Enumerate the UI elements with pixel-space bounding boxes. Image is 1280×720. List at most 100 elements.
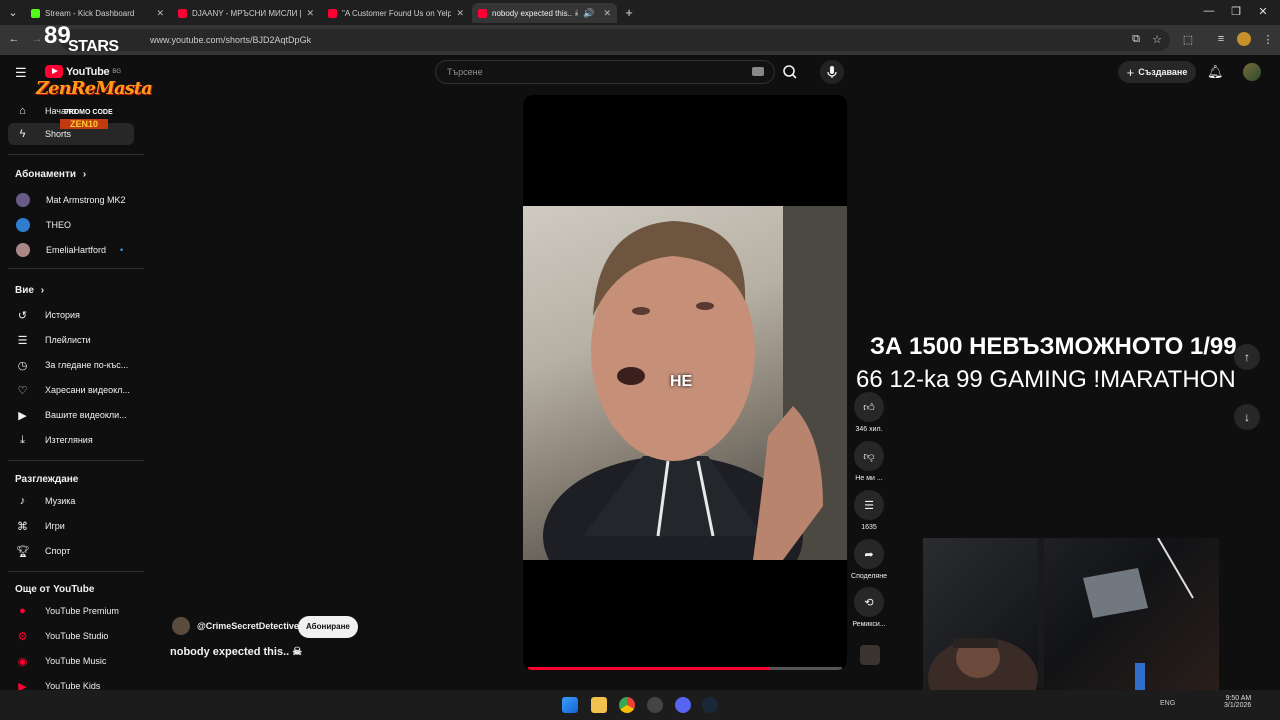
profile-avatar[interactable]: [1237, 32, 1251, 46]
tab-label: Stream - Kick Dashboard: [45, 8, 135, 18]
start-icon[interactable]: [562, 697, 578, 713]
notifications-bell-icon[interactable]: 🔔︎: [1207, 64, 1224, 80]
microphone-icon: [827, 66, 837, 78]
install-app-icon[interactable]: ⧉: [1129, 33, 1143, 46]
create-button[interactable]: + Създаване: [1118, 61, 1196, 83]
close-icon[interactable]: ✕: [156, 8, 164, 19]
hamburger-menu-icon[interactable]: ☰: [15, 65, 27, 81]
tab-search-icon[interactable]: ⌄: [6, 6, 20, 19]
tab-label: "A Customer Found Us on Yelp: [342, 8, 452, 18]
progress-bar[interactable]: [528, 667, 842, 670]
sidebar-divider: [8, 154, 144, 155]
sidebar-item-subscription[interactable]: THEO: [8, 214, 134, 236]
sidebar-item-your-videos[interactable]: ▶ Вашите видеокли...: [8, 404, 134, 426]
address-bar[interactable]: www.youtube.com/shorts/BJD2AqtDpGk: [60, 29, 1170, 51]
sidebar-item-label: YouTube Studio: [45, 631, 109, 641]
tab-label: DJAANY - МРЪСНИ МИСЛИ [: [192, 8, 302, 18]
extensions-icon[interactable]: ⬚: [1181, 33, 1195, 46]
maximize-icon[interactable]: ❐: [1229, 5, 1243, 18]
tab-djaany[interactable]: DJAANY - МРЪСНИ МИСЛИ [ ✕: [172, 3, 320, 23]
tab-nobody-expected[interactable]: nobody expected this.. ☠ 🔊 ✕: [472, 3, 617, 23]
close-icon[interactable]: ✕: [306, 8, 314, 19]
logo-stars: STARS: [68, 38, 119, 55]
obs-icon[interactable]: [647, 697, 663, 713]
account-avatar[interactable]: [1243, 63, 1261, 81]
youtube-favicon-icon: [328, 8, 337, 18]
chrome-icon[interactable]: [619, 697, 635, 713]
new-tab-icon[interactable]: +: [622, 5, 636, 20]
logo-number: 89: [44, 22, 71, 49]
watch-later-icon: ◷: [17, 359, 28, 372]
sidebar-item-youtube-studio[interactable]: ⚙ YouTube Studio: [8, 625, 134, 647]
comments-action[interactable]: ☰ 1635: [848, 490, 890, 531]
you-heading[interactable]: Вие ›: [15, 285, 44, 296]
speaker-icon[interactable]: 🔊: [583, 8, 594, 19]
shorts-icon: ϟ: [19, 128, 26, 140]
language-indicator[interactable]: ENG: [1160, 700, 1175, 707]
tab-kick-dashboard[interactable]: Stream - Kick Dashboard ✕: [25, 3, 170, 23]
sidebar-divider: [8, 460, 144, 461]
minimize-icon[interactable]: —: [1202, 5, 1216, 17]
close-icon[interactable]: ✕: [603, 8, 611, 19]
sidebar-item-liked[interactable]: ♡ Харесани видеокл...: [8, 379, 134, 401]
sidebar-item-subscription[interactable]: Mat Armstrong MK2: [8, 189, 134, 211]
sidebar-item-watch-later[interactable]: ◷ За гледане по-къс...: [8, 354, 134, 376]
channel-avatar[interactable]: [172, 617, 190, 635]
plus-icon: +: [1126, 64, 1135, 80]
file-explorer-icon[interactable]: [591, 697, 607, 713]
you-heading-text: Вие: [15, 285, 34, 296]
sidebar-item-label: THEO: [46, 220, 72, 230]
next-short-button[interactable]: ↓: [1234, 404, 1260, 430]
previous-short-button[interactable]: ↑: [1234, 344, 1260, 370]
clock[interactable]: 9:50 AM 3/1/2026: [1224, 695, 1251, 709]
sidebar-item-downloads[interactable]: ⤓ Изтегляния: [8, 429, 134, 451]
webcam-image: [928, 538, 1194, 706]
logo-zenremasta: ZenReMasta: [36, 78, 153, 99]
close-icon[interactable]: ✕: [456, 8, 464, 19]
tab-yelp-video[interactable]: "A Customer Found Us on Yelp ✕: [322, 3, 470, 23]
new-content-dot: •: [120, 245, 124, 255]
sound-thumbnail[interactable]: [860, 645, 880, 665]
like-icon: 👍︎: [854, 392, 884, 422]
shorts-player[interactable]: НЕ: [523, 95, 847, 670]
sidebar-item-subscription[interactable]: EmeliaHartford •: [8, 239, 134, 261]
sidebar-item-label: Спорт: [45, 546, 71, 556]
sidebar-item-playlists[interactable]: ☰ Плейлисти: [8, 329, 134, 351]
sidebar-item-gaming[interactable]: ⌘ Игри: [8, 515, 134, 537]
search-button[interactable]: [775, 60, 805, 84]
keyboard-icon[interactable]: [752, 67, 764, 76]
voice-search-button[interactable]: [820, 60, 844, 84]
search-input[interactable]: Търсене: [435, 60, 775, 84]
channel-name[interactable]: @CrimeSecretDetective: [197, 621, 299, 631]
sidebar-item-music[interactable]: ♪ Музика: [8, 490, 134, 512]
sidebar-item-youtube-premium[interactable]: ● YouTube Premium: [8, 600, 134, 622]
discord-icon[interactable]: [675, 697, 691, 713]
chevron-right-icon: ›: [82, 169, 87, 180]
sidebar-item-youtube-music[interactable]: ◉ YouTube Music: [8, 650, 134, 672]
sidebar-item-history[interactable]: ↺ История: [8, 304, 134, 326]
steam-icon[interactable]: [702, 697, 718, 713]
sidebar: ⌂ Начало ϟ Shorts Абонаменти › Mat Armst…: [0, 100, 145, 693]
like-action[interactable]: 👍︎ 346 хил.: [848, 392, 890, 433]
subscriptions-heading[interactable]: Абонаменти ›: [15, 169, 86, 180]
sidebar-item-label: Вашите видеокли...: [45, 410, 127, 420]
remix-action[interactable]: ⟲ Ремикси...: [848, 587, 890, 628]
chrome-menu-icon[interactable]: ⋮: [1261, 33, 1275, 46]
media-control-icon[interactable]: ≡: [1214, 33, 1228, 45]
sidebar-item-sports[interactable]: 🏆︎ Спорт: [8, 540, 134, 562]
youtube-studio-icon: ⚙: [17, 630, 28, 643]
dislike-icon: 👎︎: [854, 441, 884, 471]
search-placeholder: Търсене: [447, 67, 483, 77]
window-close-icon[interactable]: ✕: [1256, 5, 1270, 18]
chevron-right-icon: ›: [40, 285, 45, 296]
kick-favicon-icon: [31, 8, 40, 18]
dislike-action[interactable]: 👎︎ Не ми ...: [848, 441, 890, 482]
back-icon[interactable]: ←: [7, 33, 21, 45]
share-action[interactable]: ➦ Споделяне: [848, 539, 890, 580]
subscribe-button[interactable]: Абониране: [298, 616, 358, 638]
browser-tabstrip: ⌄ Stream - Kick Dashboard ✕ DJAANY - МРЪ…: [0, 0, 1280, 25]
short-title: nobody expected this.. ☠: [170, 646, 303, 658]
progress-fill: [528, 667, 770, 670]
share-icon: ➦: [854, 539, 884, 569]
bookmark-star-icon[interactable]: ☆: [1150, 33, 1164, 46]
